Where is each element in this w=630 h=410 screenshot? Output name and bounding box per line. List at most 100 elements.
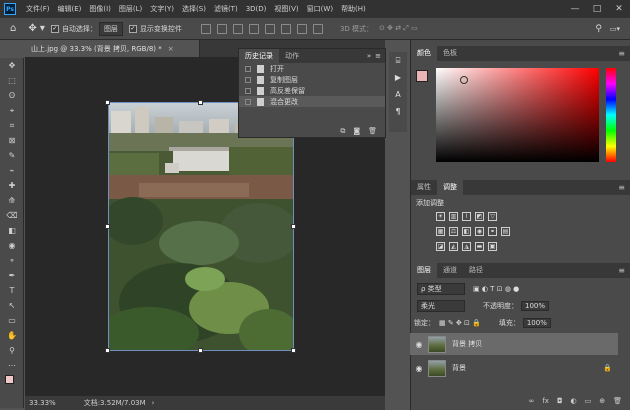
eye-icon[interactable]: ◉ <box>410 364 428 373</box>
menu-filter[interactable]: 滤镜(T) <box>210 4 242 14</box>
link-icon[interactable]: ∞ <box>529 397 535 405</box>
layer-name[interactable]: 背景 拷贝 <box>452 339 482 349</box>
distribute-icon[interactable] <box>312 23 323 34</box>
menu-help[interactable]: 帮助(H) <box>337 4 370 14</box>
layer-name[interactable]: 背景 <box>452 363 466 373</box>
home-icon[interactable]: ⌂ <box>10 23 16 34</box>
align-right-icon[interactable] <box>280 23 291 34</box>
curves-icon[interactable]: ⌇ <box>462 212 471 221</box>
distribute-icon[interactable] <box>296 23 307 34</box>
fill-input[interactable]: 100% <box>522 318 551 328</box>
new-document-icon[interactable]: ⧉ <box>340 127 345 136</box>
tab-color[interactable]: 颜色 <box>411 46 437 61</box>
levels-icon[interactable]: ▥ <box>449 212 458 221</box>
align-top-icon[interactable] <box>200 23 211 34</box>
history-panel-icon[interactable]: ⌸ <box>389 52 407 69</box>
zoom-level[interactable]: 33.33% <box>29 399 56 407</box>
vibrance-icon[interactable]: ▽ <box>488 212 497 221</box>
dodge-tool-icon[interactable]: ⚬ <box>0 253 24 268</box>
new-layer-icon[interactable]: ⊕ <box>599 397 605 405</box>
path-select-icon[interactable]: ↖ <box>0 298 24 313</box>
more-tools-icon[interactable]: ⋯ <box>0 358 24 373</box>
invert-icon[interactable]: ◪ <box>436 242 445 251</box>
menu-edit[interactable]: 编辑(E) <box>54 4 86 14</box>
menu-file[interactable]: 文件(F) <box>22 4 54 14</box>
eye-icon[interactable]: ◉ <box>410 340 428 349</box>
color-picker-cursor[interactable] <box>460 76 468 84</box>
history-item[interactable]: 高反差保留 <box>239 85 385 96</box>
auto-select-checkbox[interactable]: ✓ 自动选择： 图层 <box>50 21 123 36</box>
status-menu-icon[interactable]: › <box>152 399 155 407</box>
rectangle-tool-icon[interactable]: ▭ <box>0 313 24 328</box>
panel-menu-icon[interactable]: ≡ <box>618 49 625 58</box>
eyedropper-tool-icon[interactable]: ✎ <box>0 148 24 163</box>
search-icon[interactable]: ⚲ <box>595 24 602 34</box>
color-swatches[interactable] <box>0 373 24 393</box>
menu-window[interactable]: 窗口(W) <box>303 4 337 14</box>
gradient-map-icon[interactable]: ▬ <box>475 242 484 251</box>
actions-panel-icon[interactable]: ▶ <box>389 69 407 86</box>
marquee-tool-icon[interactable]: ⬚ <box>0 73 24 88</box>
tab-paths[interactable]: 路径 <box>463 263 489 278</box>
close-tab-icon[interactable]: × <box>168 45 174 53</box>
channel-mixer-icon[interactable]: ⚭ <box>488 227 497 236</box>
healing-brush-icon[interactable]: ⌁ <box>0 163 24 178</box>
menu-3d[interactable]: 3D(D) <box>242 5 271 13</box>
transform-handle[interactable] <box>105 224 110 229</box>
history-item[interactable]: 复制图层 <box>239 74 385 85</box>
move-tool-icon[interactable]: ✥ <box>0 58 24 73</box>
transform-handle[interactable] <box>198 100 203 105</box>
character-panel-icon[interactable]: A <box>389 86 407 103</box>
align-vcenter-icon[interactable] <box>216 23 227 34</box>
tab-adjustments[interactable]: 调整 <box>437 180 463 195</box>
menu-type[interactable]: 文字(Y) <box>146 4 178 14</box>
foreground-color[interactable] <box>416 70 428 82</box>
zoom-tool-icon[interactable]: ⚲ <box>0 343 24 358</box>
color-lookup-icon[interactable]: ▤ <box>501 227 510 236</box>
menu-select[interactable]: 选择(S) <box>178 4 210 14</box>
selective-color-icon[interactable]: ▣ <box>488 242 497 251</box>
blur-tool-icon[interactable]: ◉ <box>0 238 24 253</box>
eraser-tool-icon[interactable]: ⌫ <box>0 208 24 223</box>
adjustment-layer-icon[interactable]: ◐ <box>571 397 577 405</box>
quick-select-tool-icon[interactable]: ⌖ <box>0 103 24 118</box>
workspace-icon[interactable]: ▭▾ <box>610 25 620 33</box>
snapshot-box[interactable] <box>245 87 251 94</box>
transform-handle[interactable] <box>105 348 110 353</box>
exposure-icon[interactable]: ◩ <box>475 212 484 221</box>
type-tool-icon[interactable]: T <box>0 283 24 298</box>
menu-view[interactable]: 视图(V) <box>270 4 302 14</box>
threshold-icon[interactable]: ◮ <box>462 242 471 251</box>
tab-channels[interactable]: 通道 <box>437 263 463 278</box>
brush-tool-icon[interactable]: ✚ <box>0 178 24 193</box>
layer-kind-filter[interactable]: ρ 类型 <box>417 283 465 295</box>
transform-handle[interactable] <box>291 224 296 229</box>
color-balance-icon[interactable]: ⚖ <box>449 227 458 236</box>
history-item[interactable]: 混合更改 <box>239 96 385 107</box>
layer-row[interactable]: ◉ 背景 🔒 <box>410 357 618 379</box>
crop-tool-icon[interactable]: ⌗ <box>0 118 24 133</box>
tab-layers[interactable]: 图层 <box>411 263 437 278</box>
transform-handle[interactable] <box>291 348 296 353</box>
trash-icon[interactable]: 🗑 <box>613 397 622 405</box>
align-hcenter-icon[interactable] <box>264 23 275 34</box>
menu-image[interactable]: 图像(I) <box>85 4 115 14</box>
maximize-button[interactable]: □ <box>586 0 608 18</box>
blend-mode-dropdown[interactable]: 柔光 <box>417 300 465 312</box>
color-picker-field[interactable] <box>436 68 599 162</box>
posterize-icon[interactable]: ◭ <box>449 242 458 251</box>
tab-actions[interactable]: 动作 <box>279 49 305 63</box>
menu-layer[interactable]: 图层(L) <box>115 4 146 14</box>
move-tool-icon[interactable]: ✥ ▾ <box>28 23 45 34</box>
panel-menu-icon[interactable]: ≡ <box>618 183 625 192</box>
tab-history[interactable]: 历史记录 <box>239 49 279 63</box>
snapshot-box[interactable] <box>245 65 251 72</box>
photo-filter-icon[interactable]: ◉ <box>475 227 484 236</box>
camera-icon[interactable]: ◙ <box>353 127 360 135</box>
auto-select-dropdown[interactable]: 图层 <box>98 21 123 36</box>
canvas-image[interactable] <box>108 102 294 351</box>
mask-icon[interactable]: ◘ <box>557 397 563 405</box>
hue-saturation-icon[interactable]: ▦ <box>436 227 445 236</box>
hue-slider[interactable] <box>606 68 616 162</box>
hand-tool-icon[interactable]: ✋ <box>0 328 24 343</box>
